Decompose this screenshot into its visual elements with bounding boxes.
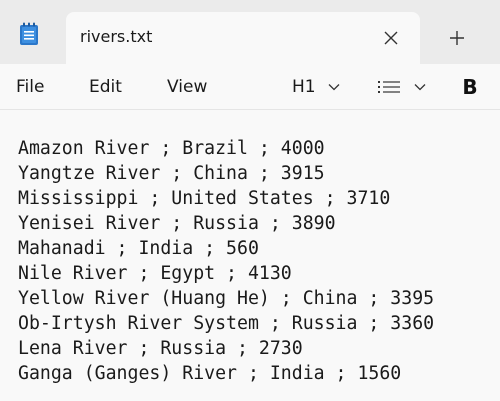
menu-bar: File Edit View H1 B bbox=[0, 64, 500, 110]
editor-line: Lena River ; Russia ; 2730 bbox=[18, 338, 303, 359]
tab-title: rivers.txt bbox=[80, 27, 153, 46]
plus-icon bbox=[450, 31, 464, 45]
bold-button[interactable]: B bbox=[458, 64, 482, 110]
close-icon bbox=[384, 31, 398, 45]
text-editor[interactable]: Amazon River ; Brazil ; 4000 Yangtze Riv… bbox=[0, 111, 500, 401]
heading-value: H1 bbox=[292, 77, 316, 97]
editor-content: Amazon River ; Brazil ; 4000 Yangtze Riv… bbox=[18, 136, 434, 386]
menu-file[interactable]: File bbox=[16, 64, 44, 110]
editor-line: Yangtze River ; China ; 3915 bbox=[18, 163, 325, 184]
editor-line: Yenisei River ; Russia ; 3890 bbox=[18, 213, 336, 234]
editor-line: Mississippi ; United States ; 3710 bbox=[18, 188, 391, 209]
editor-line: Ganga (Ganges) River ; India ; 1560 bbox=[18, 363, 402, 384]
list-icon bbox=[378, 81, 400, 93]
notepad-icon bbox=[20, 22, 38, 45]
list-dropdown[interactable] bbox=[378, 64, 426, 110]
editor-line: Nile River ; Egypt ; 4130 bbox=[18, 263, 292, 284]
editor-line: Ob-Irtysh River System ; Russia ; 3360 bbox=[18, 313, 435, 334]
menu-view[interactable]: View bbox=[167, 64, 207, 110]
close-tab-button[interactable] bbox=[379, 26, 403, 50]
chevron-down-icon bbox=[414, 84, 426, 91]
tab-rivers[interactable]: rivers.txt bbox=[66, 12, 420, 64]
editor-line: Yellow River (Huang He) ; China ; 3395 bbox=[18, 288, 435, 309]
new-tab-button[interactable] bbox=[443, 24, 471, 52]
chevron-down-icon bbox=[328, 84, 340, 91]
editor-line: Mahanadi ; India ; 560 bbox=[18, 238, 259, 259]
editor-line: Amazon River ; Brazil ; 4000 bbox=[18, 138, 325, 159]
heading-dropdown[interactable]: H1 bbox=[292, 64, 340, 110]
title-bar: rivers.txt bbox=[0, 0, 500, 64]
menu-edit[interactable]: Edit bbox=[89, 64, 122, 110]
